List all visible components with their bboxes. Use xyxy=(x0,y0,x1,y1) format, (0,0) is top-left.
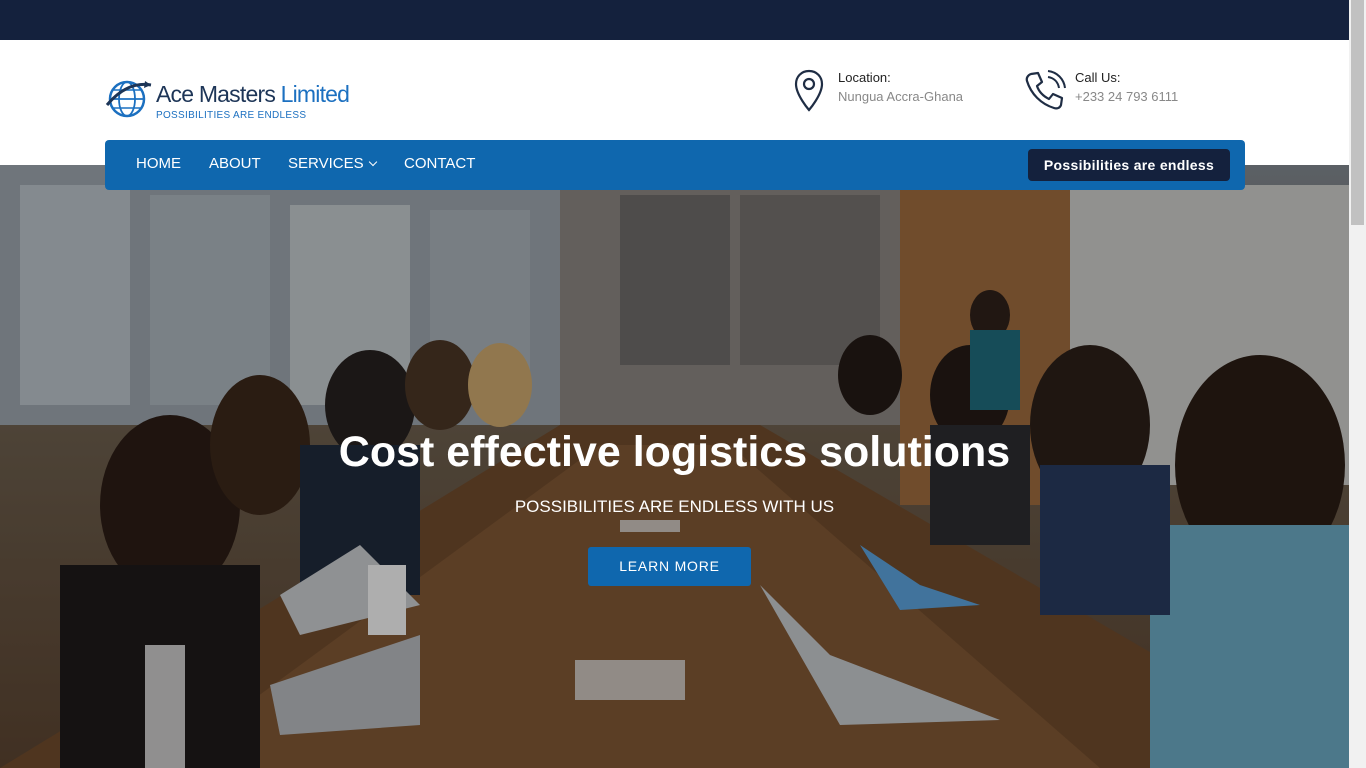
scrollbar-thumb[interactable] xyxy=(1351,0,1364,225)
logo-name-main: Ace Masters xyxy=(156,81,281,107)
logo-tagline: POSSIBILITIES ARE ENDLESS xyxy=(156,110,307,121)
call-label: Call Us: xyxy=(1075,70,1121,85)
page-scrollbar[interactable] xyxy=(1349,0,1366,768)
possibilities-button[interactable]: Possibilities are endless xyxy=(1028,149,1230,181)
nav-contact[interactable]: CONTACT xyxy=(404,140,475,190)
call-info[interactable]: Call Us: +233 24 793 6111 xyxy=(1023,68,1203,116)
map-pin-icon xyxy=(794,69,824,112)
hero-subtitle: POSSIBILITIES ARE ENDLESS WITH US xyxy=(514,497,835,516)
logo-name: Ace Masters Limited xyxy=(156,81,350,108)
nav-services[interactable]: SERVICES xyxy=(288,140,377,190)
nav-about[interactable]: ABOUT xyxy=(209,140,261,190)
top-strip xyxy=(0,0,1349,40)
main-navbar: HOME ABOUT SERVICES CONTACT Possibilitie… xyxy=(105,140,1245,190)
logo-name-accent: Limited xyxy=(280,81,350,107)
location-label: Location: xyxy=(838,70,891,85)
location-value: Nungua Accra-Ghana xyxy=(838,89,964,104)
phone-icon xyxy=(1025,70,1066,110)
call-value[interactable]: +233 24 793 6111 xyxy=(1075,89,1178,104)
chevron-down-icon xyxy=(368,157,377,167)
nav-services-label: SERVICES xyxy=(288,155,364,172)
nav-home[interactable]: HOME xyxy=(136,140,181,190)
location-info: Location: Nungua Accra-Ghana xyxy=(793,68,983,116)
hero-title: Cost effective logistics solutions xyxy=(338,428,1011,476)
site-logo[interactable]: Ace Masters Limited POSSIBILITIES ARE EN… xyxy=(105,75,350,127)
learn-more-button[interactable]: LEARN MORE xyxy=(588,547,751,586)
globe-icon xyxy=(105,80,152,118)
